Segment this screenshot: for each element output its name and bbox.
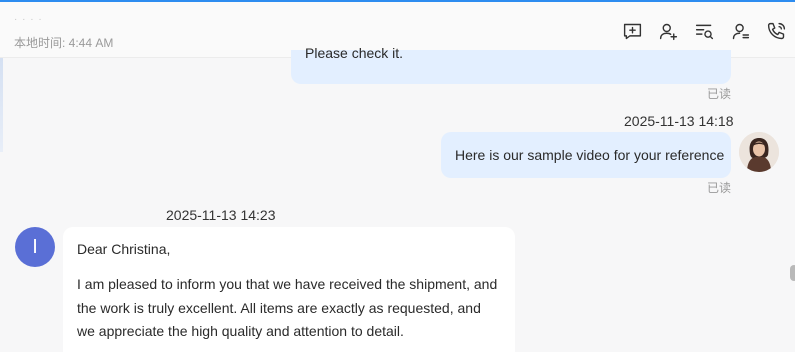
- search-history-icon[interactable]: [694, 21, 715, 42]
- message-timestamp: 2025-11-13 14:23: [166, 207, 276, 223]
- message-bubble-incoming[interactable]: Dear Christina, I am pleased to inform y…: [63, 227, 515, 352]
- add-comment-icon[interactable]: [622, 21, 643, 42]
- contact-avatar[interactable]: I: [15, 227, 55, 267]
- contact-settings-icon[interactable]: [730, 21, 751, 42]
- message-bubble-outgoing[interactable]: Here is our sample video for your refere…: [441, 132, 731, 178]
- scrollbar-thumb[interactable]: [790, 265, 795, 281]
- my-avatar[interactable]: [739, 132, 779, 172]
- message-bubble-outgoing[interactable]: Please check it.: [291, 45, 731, 84]
- message-text: Please check it.: [305, 45, 404, 61]
- call-icon[interactable]: [766, 21, 787, 42]
- message-text: I am pleased to inform you that we have …: [77, 276, 498, 339]
- message-timestamp: 2025-11-13 14:18: [624, 113, 734, 129]
- message-text: Here is our sample video for your refere…: [455, 147, 725, 163]
- header-toolbar: [622, 21, 787, 42]
- add-contact-icon[interactable]: [658, 21, 679, 42]
- local-time: 本地时间: 4:44 AM: [14, 36, 114, 50]
- read-status: 已读: [707, 181, 732, 195]
- read-status: 已读: [707, 87, 732, 101]
- message-list[interactable]: Please check it. 已读 2025-11-13 14:18 Her…: [0, 45, 795, 352]
- contact-name-faded: · · · ·: [14, 14, 43, 25]
- message-greeting: Dear Christina,: [77, 241, 171, 257]
